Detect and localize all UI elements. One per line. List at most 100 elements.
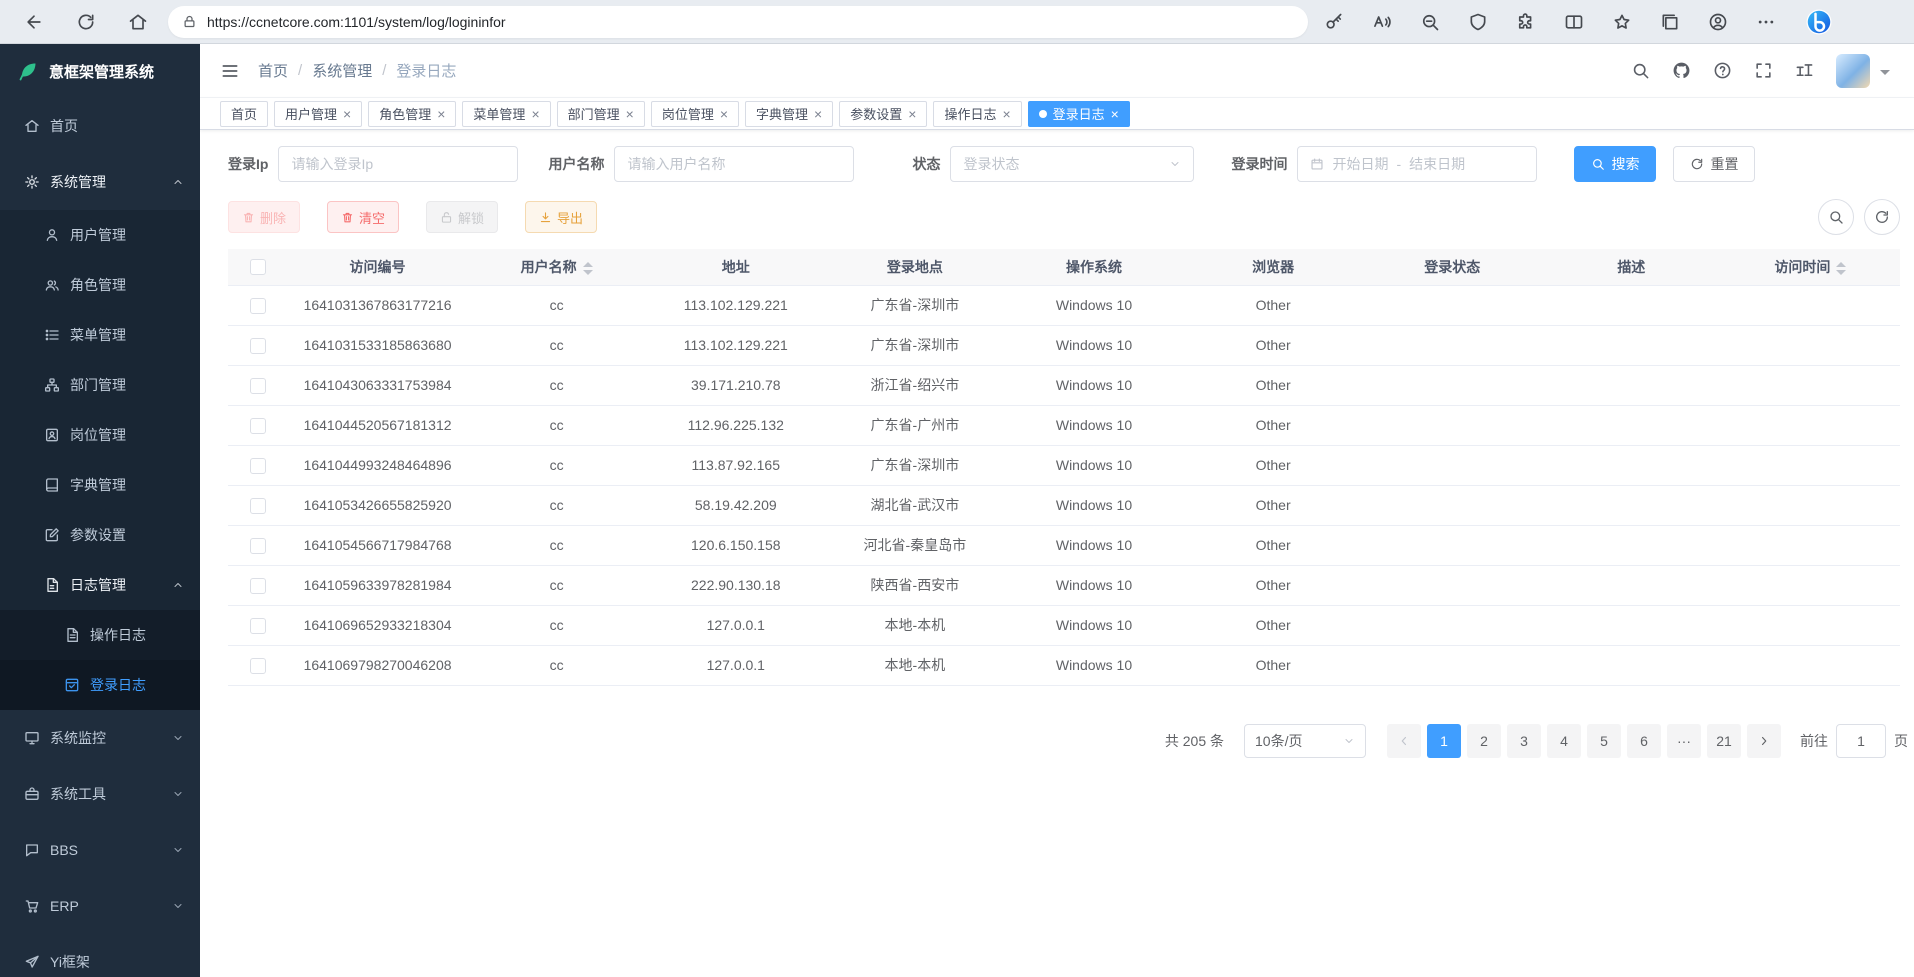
sidebar-item[interactable]: 系统工具 (0, 766, 200, 822)
row-checkbox[interactable] (250, 298, 266, 314)
page-button[interactable]: 2 (1467, 724, 1501, 758)
select-all-header[interactable] (228, 249, 288, 285)
sidebar-item[interactable]: 用户管理 (0, 210, 200, 260)
page-size-select[interactable]: 10条/页 (1244, 724, 1366, 758)
clear-button[interactable]: 清空 (327, 201, 399, 233)
page-button[interactable]: 4 (1547, 724, 1581, 758)
close-tab-icon[interactable]: × (720, 107, 728, 121)
refresh-table-button[interactable] (1864, 199, 1900, 235)
tab[interactable]: 登录日志× (1028, 101, 1130, 127)
favorites-star-icon[interactable] (1612, 12, 1632, 32)
site-info-lock-icon[interactable] (182, 14, 197, 29)
sidebar-item[interactable]: 系统管理 (0, 154, 200, 210)
sidebar-item[interactable]: 参数设置 (0, 510, 200, 560)
sidebar-item[interactable]: 登录日志 (0, 660, 200, 710)
sidebar-item[interactable]: 岗位管理 (0, 410, 200, 460)
browser-menu-icon[interactable] (1756, 12, 1776, 32)
more-pages-button[interactable]: ··· (1667, 724, 1701, 758)
login-ip-input[interactable] (278, 146, 518, 182)
sort-carets-icon[interactable] (583, 262, 593, 275)
close-tab-icon[interactable]: × (437, 107, 445, 121)
sidebar-collapse-icon[interactable] (220, 61, 240, 81)
split-screen-icon[interactable] (1564, 12, 1584, 32)
github-icon[interactable] (1672, 61, 1691, 80)
status-select[interactable]: 登录状态 (950, 146, 1194, 182)
sidebar-item[interactable]: 首页 (0, 98, 200, 154)
breadcrumb-home[interactable]: 首页 (258, 60, 288, 81)
row-checkbox[interactable] (250, 538, 266, 554)
row-checkbox[interactable] (250, 378, 266, 394)
search-button[interactable]: 搜索 (1574, 146, 1656, 182)
sidebar-item[interactable]: BBS (0, 822, 200, 878)
key-icon[interactable] (1324, 12, 1344, 32)
goto-page-input[interactable] (1836, 724, 1886, 758)
reload-icon[interactable] (76, 12, 96, 32)
close-tab-icon[interactable]: × (343, 107, 351, 121)
page-button[interactable]: 21 (1707, 724, 1741, 758)
prev-page-button[interactable] (1387, 724, 1421, 758)
row-checkbox[interactable] (250, 418, 266, 434)
close-tab-icon[interactable]: × (1002, 107, 1010, 121)
sidebar-item[interactable]: 字典管理 (0, 460, 200, 510)
column-header[interactable]: 访问时间 (1721, 249, 1900, 285)
sort-carets-icon[interactable] (1836, 262, 1846, 275)
avatar-caret-icon[interactable] (1880, 70, 1890, 80)
app-logo[interactable]: 意框架管理系统 (0, 44, 200, 98)
tab[interactable]: 操作日志× (933, 101, 1021, 127)
row-checkbox[interactable] (250, 458, 266, 474)
extensions-icon[interactable] (1516, 12, 1536, 32)
page-button[interactable]: 5 (1587, 724, 1621, 758)
row-checkbox[interactable] (250, 618, 266, 634)
sidebar-item[interactable]: Yi框架 (0, 934, 200, 977)
select-all-checkbox[interactable] (250, 259, 266, 275)
sidebar-item[interactable]: 角色管理 (0, 260, 200, 310)
read-aloud-icon[interactable] (1372, 12, 1392, 32)
reset-button[interactable]: 重置 (1673, 146, 1755, 182)
row-checkbox[interactable] (250, 498, 266, 514)
close-tab-icon[interactable]: × (908, 107, 916, 121)
page-button[interactable]: 3 (1507, 724, 1541, 758)
sidebar-item[interactable]: 系统监控 (0, 710, 200, 766)
tab[interactable]: 字典管理× (745, 101, 833, 127)
sidebar-item[interactable]: 操作日志 (0, 610, 200, 660)
zoom-out-icon[interactable] (1420, 12, 1440, 32)
column-header[interactable]: 用户名称 (467, 249, 646, 285)
collections-icon[interactable] (1660, 12, 1680, 32)
row-checkbox[interactable] (250, 338, 266, 354)
sidebar-item[interactable]: 部门管理 (0, 360, 200, 410)
close-tab-icon[interactable]: × (531, 107, 539, 121)
toggle-search-button[interactable] (1818, 199, 1854, 235)
tab[interactable]: 用户管理× (274, 101, 362, 127)
security-shield-icon[interactable] (1468, 12, 1488, 32)
tab[interactable]: 参数设置× (839, 101, 927, 127)
close-tab-icon[interactable]: × (814, 107, 822, 121)
user-name-input[interactable] (614, 146, 854, 182)
date-range-picker[interactable]: 开始日期 - 结束日期 (1297, 146, 1537, 182)
sidebar-item[interactable]: 日志管理 (0, 560, 200, 610)
page-button[interactable]: 6 (1627, 724, 1661, 758)
address-bar[interactable]: https://ccnetcore.com:1101/system/log/lo… (168, 6, 1308, 38)
tab[interactable]: 岗位管理× (651, 101, 739, 127)
user-avatar[interactable] (1836, 54, 1870, 88)
row-checkbox[interactable] (250, 578, 266, 594)
browser-home-icon[interactable] (128, 12, 148, 32)
close-tab-icon[interactable]: × (1111, 107, 1119, 121)
breadcrumb-system[interactable]: 系统管理 (312, 60, 372, 81)
sidebar-item[interactable]: 菜单管理 (0, 310, 200, 360)
help-icon[interactable] (1713, 61, 1732, 80)
tab[interactable]: 首页 (220, 101, 268, 127)
export-button[interactable]: 导出 (525, 201, 597, 233)
row-checkbox[interactable] (250, 658, 266, 674)
tab[interactable]: 角色管理× (368, 101, 456, 127)
fullscreen-icon[interactable] (1754, 61, 1773, 80)
next-page-button[interactable] (1747, 724, 1781, 758)
sidebar-item[interactable]: ERP (0, 878, 200, 934)
tab[interactable]: 菜单管理× (462, 101, 550, 127)
browser-profile-icon[interactable] (1708, 12, 1728, 32)
page-button[interactable]: 1 (1427, 724, 1461, 758)
header-search-icon[interactable] (1631, 61, 1650, 80)
tab[interactable]: 部门管理× (557, 101, 645, 127)
font-size-icon[interactable] (1795, 61, 1814, 80)
back-icon[interactable] (24, 12, 44, 32)
close-tab-icon[interactable]: × (626, 107, 634, 121)
